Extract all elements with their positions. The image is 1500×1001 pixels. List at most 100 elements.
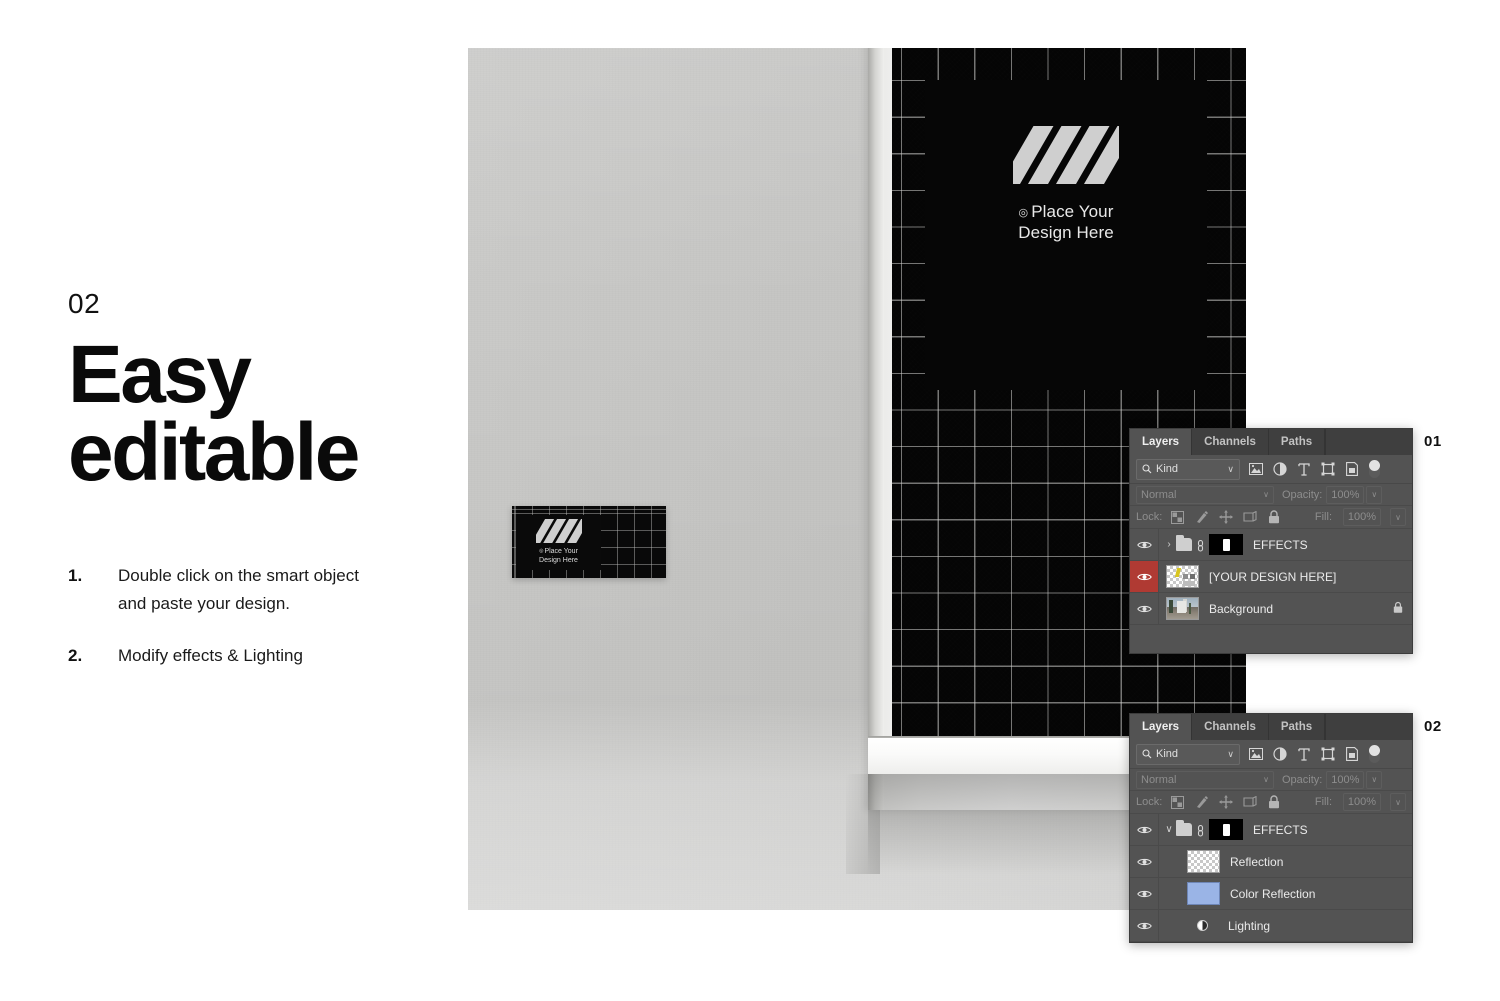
layer-mask-thumbnail[interactable] <box>1209 534 1243 555</box>
eye-icon <box>1136 889 1152 899</box>
link-mask-icon[interactable] <box>1195 823 1206 837</box>
smart-object-filter-icon[interactable] <box>1343 746 1360 763</box>
filter-kind-label: Kind <box>1156 463 1179 475</box>
layer-name: Reflection <box>1230 854 1284 869</box>
layer-row-your-design-here[interactable]: [YOUR DESIGN HERE] <box>1130 561 1412 593</box>
blend-mode-dropdown[interactable]: Normal ∨ <box>1136 770 1274 789</box>
lock-all-icon[interactable] <box>1265 794 1282 811</box>
adjustment-layer-thumbnail[interactable] <box>1187 915 1218 936</box>
callout-number-01: 01 <box>1424 433 1442 450</box>
filter-enable-toggle[interactable] <box>1369 460 1380 478</box>
tab-channels[interactable]: Channels <box>1192 714 1269 740</box>
diagonal-stripes-logo-icon <box>535 519 582 543</box>
opacity-value[interactable]: 100% <box>1326 485 1365 504</box>
opacity-slider-chevron-icon[interactable]: ∨ <box>1366 485 1383 504</box>
group-collapse-arrow-icon[interactable]: ∨ <box>1163 824 1175 835</box>
layer-list-empty-space <box>1130 625 1412 653</box>
eye-icon <box>1136 825 1152 835</box>
design-caption-line-1: Place Your <box>1031 202 1114 221</box>
lock-position-icon[interactable] <box>1217 794 1234 811</box>
layer-row-lighting[interactable]: Lighting <box>1130 910 1412 942</box>
layer-row-background[interactable]: Background <box>1130 593 1412 625</box>
filter-kind-dropdown[interactable]: Kind ∨ <box>1136 458 1240 480</box>
layer-visibility-toggle[interactable] <box>1130 846 1159 877</box>
layer-name: Background <box>1209 601 1274 616</box>
pixel-layer-filter-icon[interactable] <box>1247 461 1264 478</box>
layer-name: EFFECTS <box>1253 537 1308 552</box>
layer-visibility-toggle[interactable] <box>1130 593 1159 624</box>
lock-image-pixels-icon[interactable] <box>1193 794 1210 811</box>
fill-slider-chevron-icon[interactable]: ∨ <box>1390 793 1406 811</box>
layer-visibility-toggle[interactable] <box>1130 878 1159 909</box>
eye-icon <box>1136 540 1152 550</box>
layer-row-reflection[interactable]: Reflection <box>1130 846 1412 878</box>
link-mask-icon[interactable] <box>1195 538 1206 552</box>
layer-row-color-reflection[interactable]: Color Reflection <box>1130 878 1412 910</box>
layer-visibility-toggle[interactable] <box>1130 910 1159 941</box>
layer-locked-icon <box>1393 601 1403 616</box>
instruction-item-2: 2. Modify effects & Lighting <box>68 642 448 670</box>
chevron-down-icon: ∨ <box>1263 775 1269 784</box>
frame-left-bevel <box>868 48 884 810</box>
opacity-value[interactable]: 100% <box>1326 770 1365 789</box>
opacity-slider-chevron-icon[interactable]: ∨ <box>1366 770 1383 789</box>
layer-row-effects[interactable]: › EFFECTS <box>1130 529 1412 561</box>
card-design-area[interactable]: ◎Place Your Design Here <box>516 515 601 570</box>
fill-value[interactable]: 100% <box>1343 793 1381 811</box>
layers-panel-01[interactable]: Layers Channels Paths Kind ∨ Normal ∨ Op… <box>1129 428 1413 654</box>
blend-mode-row: Normal ∨ Opacity: 100% ∨ <box>1130 769 1412 791</box>
adjustment-layer-filter-icon[interactable] <box>1271 461 1288 478</box>
filter-enable-toggle[interactable] <box>1369 745 1380 763</box>
adjustment-layer-filter-icon[interactable] <box>1271 746 1288 763</box>
lock-artboard-icon[interactable] <box>1241 794 1258 811</box>
color-reflection-thumbnail[interactable] <box>1187 882 1220 905</box>
group-expand-arrow-icon[interactable]: › <box>1163 539 1175 550</box>
tab-paths[interactable]: Paths <box>1268 429 1326 455</box>
layer-name: [YOUR DESIGN HERE] <box>1209 569 1337 584</box>
lock-transparent-pixels-icon[interactable] <box>1169 794 1186 811</box>
background-thumbnail[interactable] <box>1166 597 1199 620</box>
smart-object-design-area[interactable]: ◎ Place Your Design Here <box>925 80 1207 390</box>
shape-layer-filter-icon[interactable] <box>1319 461 1336 478</box>
fill-value[interactable]: 100% <box>1343 508 1381 526</box>
intro-text-column: 02 Easy editable 1. Double click on the … <box>68 290 448 694</box>
fill-slider-chevron-icon[interactable]: ∨ <box>1390 508 1406 526</box>
layer-visibility-toggle[interactable] <box>1130 529 1159 560</box>
reflection-thumbnail[interactable] <box>1187 850 1220 873</box>
tab-paths[interactable]: Paths <box>1268 714 1326 740</box>
opacity-label: Opacity: <box>1282 488 1323 501</box>
layer-visibility-toggle[interactable] <box>1130 561 1159 592</box>
smart-object-filter-icon[interactable] <box>1343 461 1360 478</box>
tab-channels[interactable]: Channels <box>1192 429 1269 455</box>
tab-bar-filler <box>1325 714 1412 740</box>
panel-tab-bar: Layers Channels Paths <box>1130 429 1412 455</box>
lock-transparent-pixels-icon[interactable] <box>1169 509 1186 526</box>
blend-mode-value: Normal <box>1141 773 1177 786</box>
shape-layer-filter-icon[interactable] <box>1319 746 1336 763</box>
layer-visibility-toggle[interactable] <box>1130 814 1159 845</box>
layers-panel-02[interactable]: Layers Channels Paths Kind ∨ Normal ∨ Op… <box>1129 713 1413 943</box>
design-caption-line-2: Design Here <box>1018 222 1114 242</box>
lock-row: Lock: Fill: 100% ∨ <box>1130 506 1412 529</box>
step-number: 02 <box>68 288 101 319</box>
lock-all-icon[interactable] <box>1265 509 1282 526</box>
adjustment-disc-icon <box>1197 920 1208 931</box>
chevron-down-icon: ∨ <box>1227 463 1234 474</box>
filter-kind-dropdown[interactable]: Kind ∨ <box>1136 743 1240 765</box>
layer-row-effects[interactable]: ∨ EFFECTS <box>1130 814 1412 846</box>
type-layer-filter-icon[interactable] <box>1295 461 1312 478</box>
lock-position-icon[interactable] <box>1217 509 1234 526</box>
pixel-layer-filter-icon[interactable] <box>1247 746 1264 763</box>
tab-layers[interactable]: Layers <box>1130 429 1193 455</box>
tab-layers[interactable]: Layers <box>1130 714 1193 740</box>
lock-artboard-icon[interactable] <box>1241 509 1258 526</box>
type-layer-filter-icon[interactable] <box>1295 746 1312 763</box>
lock-image-pixels-icon[interactable] <box>1193 509 1210 526</box>
instruction-text: Double click on the smart object and pas… <box>118 565 359 613</box>
layer-name: Lighting <box>1228 918 1271 933</box>
blend-mode-value: Normal <box>1141 488 1177 501</box>
blend-mode-dropdown[interactable]: Normal ∨ <box>1136 485 1274 504</box>
layer-mask-thumbnail[interactable] <box>1209 819 1243 840</box>
business-card-mockup[interactable]: ◎Place Your Design Here <box>512 506 666 578</box>
smart-object-thumbnail[interactable] <box>1166 565 1199 588</box>
